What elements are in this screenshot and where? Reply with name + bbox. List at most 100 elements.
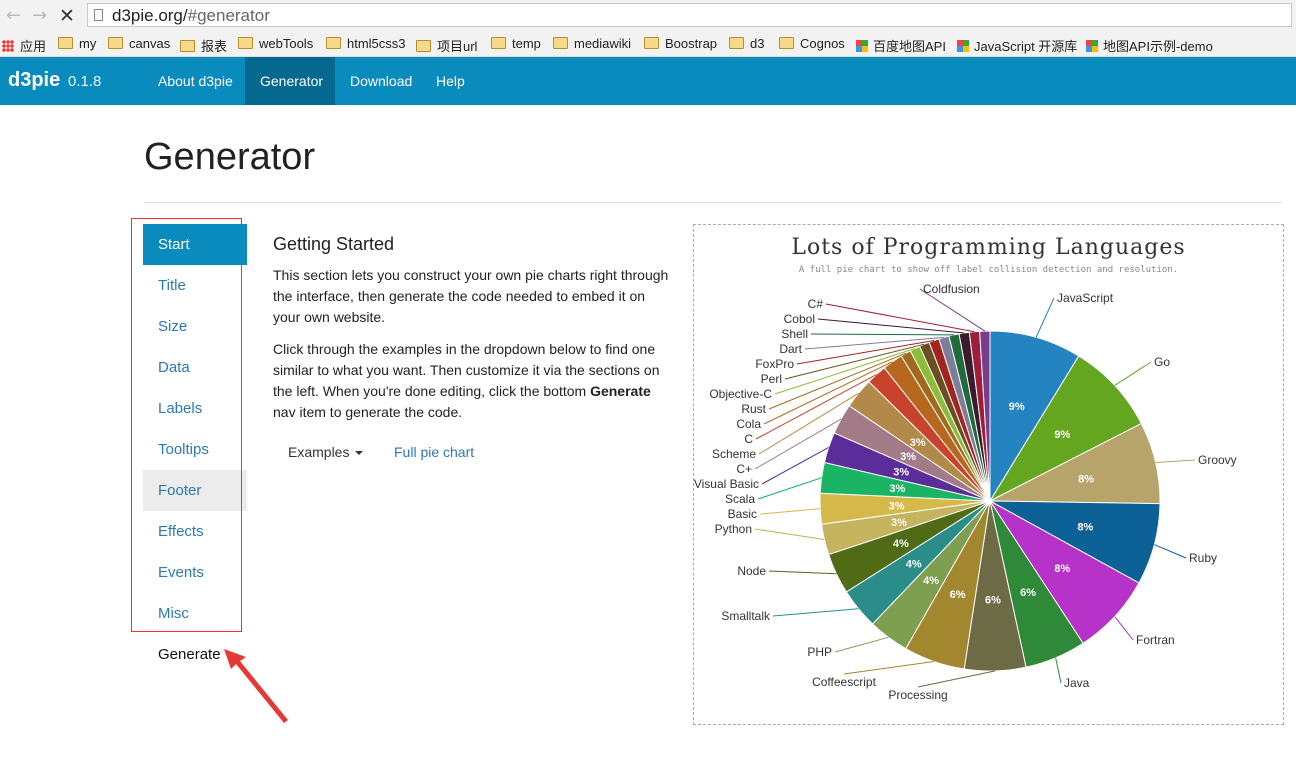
bookmark-label: temp (512, 36, 541, 51)
slice-percent-label: 3% (889, 483, 905, 495)
bookmark-item[interactable]: 报表 (180, 36, 227, 55)
slice-percent-label: 4% (906, 558, 922, 570)
nav-about[interactable]: About d3pie (143, 57, 248, 105)
bookmark-item[interactable]: Boostrap (644, 36, 717, 51)
slice-label: Go (1154, 355, 1170, 369)
label-leader-line (1114, 361, 1152, 386)
slice-label: Scheme (712, 447, 756, 461)
bookmark-item[interactable]: JavaScript 开源库 (957, 36, 1077, 55)
bookmark-label: 报表 (201, 39, 228, 54)
bookmark-label: 项目url (437, 39, 478, 54)
folder-icon (416, 40, 431, 52)
bookmark-label: 地图API示例-demo (1103, 39, 1213, 54)
label-leader-line (1055, 657, 1062, 684)
slice-percent-label: 4% (923, 575, 939, 587)
slice-percent-label: 3% (900, 451, 916, 463)
slice-label: Cola (736, 417, 761, 431)
slice-label: Java (1064, 676, 1090, 690)
slice-label: FoxPro (755, 357, 794, 371)
bookmark-item[interactable]: html5css3 (326, 36, 406, 51)
bookmark-label: Boostrap (665, 36, 718, 51)
bookmark-label: 应用 (20, 39, 47, 54)
label-leader-line (754, 528, 825, 541)
slice-label: PHP (807, 645, 832, 659)
slice-label: Processing (888, 688, 947, 702)
bookmark-label: html5css3 (347, 36, 406, 51)
colored-tile-icon (856, 40, 868, 52)
bookmark-item[interactable]: 项目url (416, 36, 477, 55)
slice-percent-label: 9% (1054, 429, 1070, 441)
back-icon[interactable]: ← (6, 5, 21, 26)
slice-label: Smalltalk (721, 609, 771, 623)
bookmark-label: my (79, 36, 97, 51)
slice-label: Coldfusion (923, 282, 980, 296)
examples-dropdown[interactable]: Examples (288, 444, 364, 460)
intro-paragraph: This section lets you construct your own… (273, 267, 669, 325)
label-leader-line (917, 670, 996, 688)
slice-label: Coffeescript (812, 675, 876, 689)
bookmark-item[interactable]: my (58, 36, 96, 51)
forward-icon[interactable]: → (32, 5, 47, 26)
url-text[interactable]: d3pie.org/#generator (112, 6, 270, 26)
slice-percent-label: 3% (891, 517, 907, 529)
bookmark-item[interactable]: d3 (729, 36, 764, 51)
stop-icon[interactable]: ✕ (59, 5, 75, 27)
pie-chart: 9%9%8%8%8%6%6%6%4%4%4%3%3%3%3%3%3%JavaSc… (694, 282, 1237, 702)
slice-percent-label: 8% (1054, 563, 1070, 575)
full-pie-chart-link[interactable]: Full pie chart (394, 444, 474, 460)
slice-label: Node (737, 564, 766, 578)
instructions-paragraph: Click through the examples in the dropdo… (273, 341, 660, 420)
bookmark-item[interactable]: Cognos (779, 36, 845, 51)
annotation-arrow-icon (224, 649, 288, 723)
apps-icon (2, 40, 14, 52)
caret-down-icon (355, 451, 364, 456)
bookmark-item[interactable]: webTools (238, 36, 313, 51)
bookmark-label: JavaScript 开源库 (974, 39, 1078, 54)
slice-label: Fortran (1136, 633, 1175, 647)
bookmark-label: Cognos (800, 36, 845, 51)
bookmark-label: d3 (750, 36, 765, 51)
folder-icon (553, 37, 568, 49)
nav-generator[interactable]: Generator (245, 57, 335, 105)
bookmark-item[interactable]: mediawiki (553, 36, 631, 51)
slice-percent-label: 8% (1077, 521, 1093, 533)
slice-label: C (744, 432, 753, 446)
label-leader-line (768, 570, 837, 575)
bookmark-label: canvas (129, 36, 171, 51)
version-label: 0.1.8 (68, 73, 102, 90)
bookmark-label: mediawiki (574, 36, 632, 51)
bookmark-label: 百度地图API (873, 39, 946, 54)
annotation-highlight-box (131, 218, 242, 632)
nav-download[interactable]: Download (335, 57, 427, 105)
slice-label: Shell (781, 327, 808, 341)
nav-help[interactable]: Help (421, 57, 480, 105)
address-bar[interactable]: d3pie.org/#generator (87, 3, 1292, 27)
folder-icon (644, 37, 659, 49)
label-leader-line (834, 636, 889, 653)
slice-label: Scala (725, 492, 755, 506)
slice-label: Groovy (1198, 453, 1237, 467)
divider (144, 202, 1282, 203)
folder-icon (326, 37, 341, 49)
bookmark-item[interactable]: 百度地图API (856, 36, 946, 55)
folder-icon (491, 37, 506, 49)
slice-percent-label: 9% (1009, 401, 1025, 413)
bookmark-item[interactable]: 应用 (2, 36, 46, 55)
bookmarks-bar: 应用 my canvas 报表 webTools html5css3 项目url temp me… (0, 32, 1296, 57)
label-leader-line (1114, 616, 1134, 641)
bookmark-item[interactable]: canvas (108, 36, 170, 51)
label-leader-line (810, 333, 954, 336)
label-leader-line (825, 303, 975, 333)
folder-icon (108, 37, 123, 49)
bookmark-item[interactable]: temp (491, 36, 541, 51)
slice-percent-label: 6% (950, 589, 966, 601)
slice-percent-label: 6% (985, 595, 1001, 607)
slice-label: JavaScript (1057, 291, 1114, 305)
label-leader-line (1154, 544, 1187, 559)
slice-percent-label: 6% (1020, 587, 1036, 599)
brand-logo[interactable]: d3pie (8, 69, 60, 92)
bookmark-item[interactable]: 地图API示例-demo (1086, 36, 1213, 55)
slice-percent-label: 4% (893, 538, 909, 550)
slice-label: Objective-C (709, 387, 772, 401)
section-title: Getting Started (273, 234, 395, 254)
